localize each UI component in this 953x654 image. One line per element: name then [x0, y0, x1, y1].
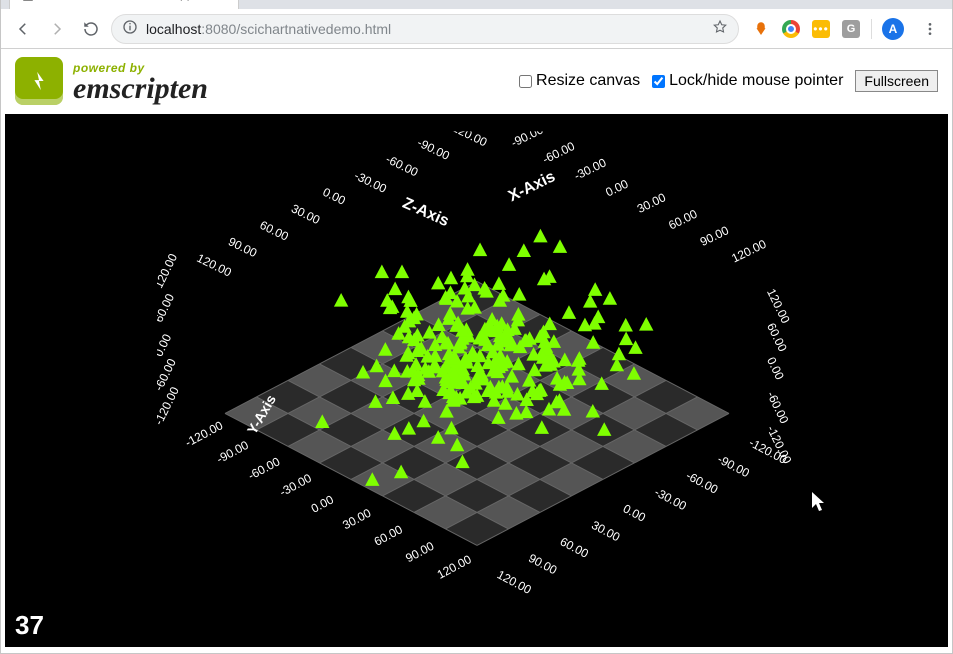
url-host: localhost: [146, 21, 201, 37]
svg-text:-60.00: -60.00: [245, 454, 282, 482]
browser-window: Sci chart 2D / 3D Native app sam...: [0, 0, 953, 654]
svg-text:120.00: 120.00: [729, 236, 768, 265]
svg-text:120.00: 120.00: [434, 552, 473, 582]
fullscreen-button[interactable]: Fullscreen: [855, 70, 938, 92]
page-content: powered by emscripten Resize canvas Lock…: [1, 49, 952, 653]
canvas-options: Resize canvas Lock/hide mouse pointer Fu…: [519, 70, 938, 92]
svg-text:60.00: 60.00: [666, 206, 699, 232]
svg-text:-30.00: -30.00: [571, 155, 608, 183]
canvas-container: X-AxisZ-AxisY-Axis-120.00-90.00-60.00-30…: [1, 113, 952, 653]
svg-text:0.00: 0.00: [603, 176, 630, 199]
svg-text:-60.00: -60.00: [540, 138, 577, 166]
url-port: :8080: [201, 21, 236, 37]
resize-canvas-label: Resize canvas: [536, 72, 640, 90]
svg-text:-30.00: -30.00: [652, 484, 689, 512]
tab-bar: Sci chart 2D / 3D Native app sam...: [1, 0, 952, 9]
svg-text:-60.00: -60.00: [683, 468, 720, 496]
extension-g-icon[interactable]: G: [841, 19, 861, 39]
browser-tab[interactable]: Sci chart 2D / 3D Native app sam...: [9, 0, 239, 9]
lock-mouse-checkbox[interactable]: [652, 75, 665, 88]
emscripten-header: powered by emscripten Resize canvas Lock…: [1, 49, 952, 113]
brand-name: emscripten: [73, 75, 208, 102]
resize-canvas-option[interactable]: Resize canvas: [519, 72, 640, 90]
svg-text:0.00: 0.00: [157, 331, 174, 358]
svg-text:120.00: 120.00: [157, 250, 180, 289]
svg-text:-60.00: -60.00: [764, 389, 792, 426]
tab-title: Sci chart 2D / 3D Native app sam...: [42, 0, 206, 1]
extension-separator: [871, 19, 872, 39]
svg-text:90.00: 90.00: [403, 538, 436, 565]
browser-menu-button[interactable]: [916, 15, 944, 43]
svg-text:90.00: 90.00: [697, 223, 730, 249]
svg-text:-30.00: -30.00: [277, 470, 314, 498]
lock-mouse-option[interactable]: Lock/hide mouse pointer: [652, 72, 843, 90]
site-info-icon[interactable]: [122, 19, 138, 38]
reload-button[interactable]: [77, 15, 105, 43]
emscripten-logo-icon: [15, 57, 63, 105]
svg-text:60.00: 60.00: [257, 217, 290, 243]
svg-text:90.00: 90.00: [526, 550, 559, 577]
new-tab-button[interactable]: [245, 0, 273, 7]
svg-text:-90.00: -90.00: [415, 135, 452, 163]
svg-text:-120.00: -120.00: [446, 131, 489, 149]
svg-text:-90.00: -90.00: [715, 451, 752, 479]
url-path: /scichartnativedemo.html: [236, 21, 391, 37]
svg-text:0.00: 0.00: [764, 354, 787, 381]
forward-button[interactable]: [43, 15, 71, 43]
svg-text:90.00: 90.00: [226, 234, 259, 260]
tab-close-button[interactable]: [212, 0, 228, 2]
resize-canvas-checkbox[interactable]: [519, 75, 532, 88]
svg-text:60.00: 60.00: [371, 522, 404, 549]
scatter-chart-3d[interactable]: X-AxisZ-AxisY-Axis-120.00-90.00-60.00-30…: [157, 131, 797, 611]
svg-text:X-Axis: X-Axis: [505, 168, 557, 205]
svg-text:60.00: 60.00: [557, 534, 590, 561]
svg-text:0.00: 0.00: [320, 184, 347, 207]
svg-text:60.00: 60.00: [157, 291, 177, 324]
extension-icons: ••• G A: [745, 18, 910, 40]
url-text: localhost:8080/scichartnativedemo.html: [146, 21, 704, 37]
svg-text:30.00: 30.00: [589, 517, 622, 544]
svg-text:30.00: 30.00: [340, 505, 373, 532]
extension-icon-1[interactable]: [751, 19, 771, 39]
bookmark-star-icon[interactable]: [712, 19, 728, 38]
svg-text:0.00: 0.00: [308, 492, 335, 515]
svg-text:-90.00: -90.00: [214, 437, 251, 465]
svg-text:0.00: 0.00: [620, 501, 647, 524]
svg-text:-60.00: -60.00: [383, 151, 420, 179]
extension-chrome-icon[interactable]: [781, 19, 801, 39]
back-button[interactable]: [9, 15, 37, 43]
profile-avatar[interactable]: A: [882, 18, 904, 40]
svg-text:30.00: 30.00: [289, 201, 322, 227]
extension-dots-icon[interactable]: •••: [811, 19, 831, 39]
svg-text:Z-Axis: Z-Axis: [399, 194, 451, 229]
svg-text:-30.00: -30.00: [352, 168, 389, 196]
brand-block: powered by emscripten: [73, 61, 208, 102]
webgl-canvas[interactable]: X-AxisZ-AxisY-Axis-120.00-90.00-60.00-30…: [5, 114, 948, 647]
mouse-cursor-icon: [812, 492, 828, 517]
svg-text:30.00: 30.00: [634, 190, 667, 216]
address-bar[interactable]: localhost:8080/scichartnativedemo.html: [111, 14, 739, 44]
svg-text:120.00: 120.00: [764, 286, 793, 325]
fps-counter: 37: [15, 610, 44, 641]
tab-favicon-icon: [20, 0, 36, 2]
svg-text:-120.00: -120.00: [182, 418, 225, 450]
browser-toolbar: localhost:8080/scichartnativedemo.html •…: [1, 9, 952, 49]
lock-mouse-label: Lock/hide mouse pointer: [669, 72, 843, 90]
svg-text:-90.00: -90.00: [508, 131, 545, 150]
svg-text:60.00: 60.00: [764, 320, 790, 353]
svg-text:120.00: 120.00: [194, 250, 233, 279]
svg-text:120.00: 120.00: [494, 567, 533, 597]
